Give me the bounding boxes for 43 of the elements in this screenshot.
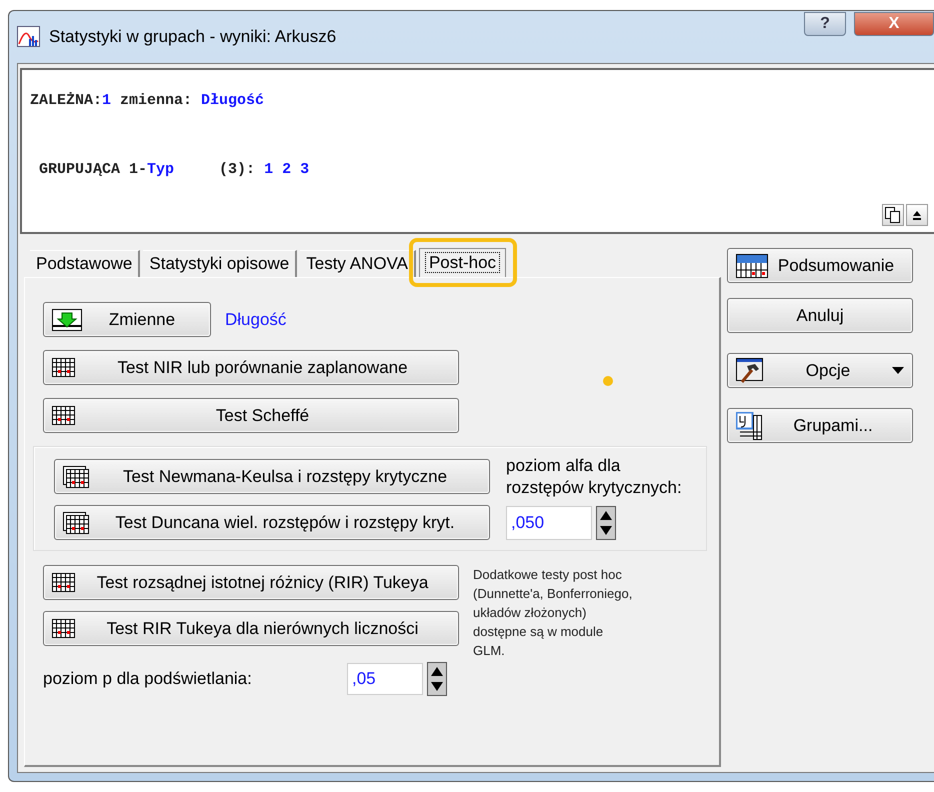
- p-level-label: poziom p dla podświetlania:: [43, 669, 253, 689]
- table-icon: [52, 406, 75, 425]
- spinner-button[interactable]: [427, 662, 447, 696]
- spinner-button[interactable]: [596, 506, 616, 540]
- info-note: Dodatkowe testy post hoc (Dunnette'a, Bonferroniego, układów złożonych) dostępne są w module GLM.: [473, 566, 634, 660]
- table-icon: [52, 573, 75, 592]
- summary-button[interactable]: Podsumowanie: [727, 248, 913, 283]
- tab[interactable]: Post-hoc: [418, 248, 506, 277]
- hammer-icon: [736, 358, 764, 384]
- output-line: GRUPUJĄCA 1-Typ (3): 1 2 3: [38, 161, 310, 178]
- test-button[interactable]: Test Duncana wiel. rozstępów i rozstępy kryt.: [54, 505, 490, 540]
- variables-button[interactable]: Zmienne: [43, 302, 211, 337]
- output-line: ZALEŻNA:1 zmienna: Długość: [30, 92, 266, 109]
- collapse-button[interactable]: [906, 204, 928, 226]
- table-icon: [63, 512, 89, 534]
- table-icon: [736, 412, 762, 440]
- tab[interactable]: Testy ANOVA: [300, 250, 416, 277]
- up-arrow-icon: [911, 209, 923, 221]
- window-title: Statystyki w grupach - wyniki: Arkusz6: [49, 27, 338, 47]
- table-icon: [63, 466, 89, 488]
- help-button[interactable]: ?: [804, 12, 846, 36]
- test-button[interactable]: Test rozsądnej istotnej różnicy (RIR) Tukeya: [43, 565, 459, 600]
- test-button[interactable]: Test Scheffé: [43, 398, 459, 433]
- p-level-field[interactable]: ,05: [347, 663, 423, 695]
- cancel-button[interactable]: Anuluj: [727, 298, 913, 333]
- tab[interactable]: Podstawowe: [30, 250, 140, 277]
- copy-button[interactable]: [882, 204, 904, 226]
- download-icon: [52, 308, 82, 330]
- table-icon: [52, 358, 75, 377]
- test-button[interactable]: Test Newmana-Keulsa i rozstępy krytyczne: [54, 459, 490, 494]
- test-button[interactable]: Test RIR Tukeya dla nierównych liczności: [43, 611, 459, 646]
- test-button[interactable]: Test NIR lub porównanie zaplanowane: [43, 350, 459, 385]
- tab[interactable]: Statystyki opisowe: [143, 250, 298, 277]
- caret-icon: [892, 366, 904, 374]
- variable-name: Długość: [225, 310, 286, 330]
- table-icon: [52, 619, 75, 638]
- table-icon: [736, 254, 768, 278]
- by-groups-button[interactable]: Grupami...: [727, 408, 913, 443]
- alpha-label: poziom alfa dla rozstępów krytycznych:: [506, 455, 683, 499]
- alpha-field[interactable]: ,050: [506, 506, 592, 540]
- copy-icon: [885, 207, 901, 223]
- options-button[interactable]: Opcje: [727, 353, 913, 388]
- chart-icon: [17, 26, 41, 48]
